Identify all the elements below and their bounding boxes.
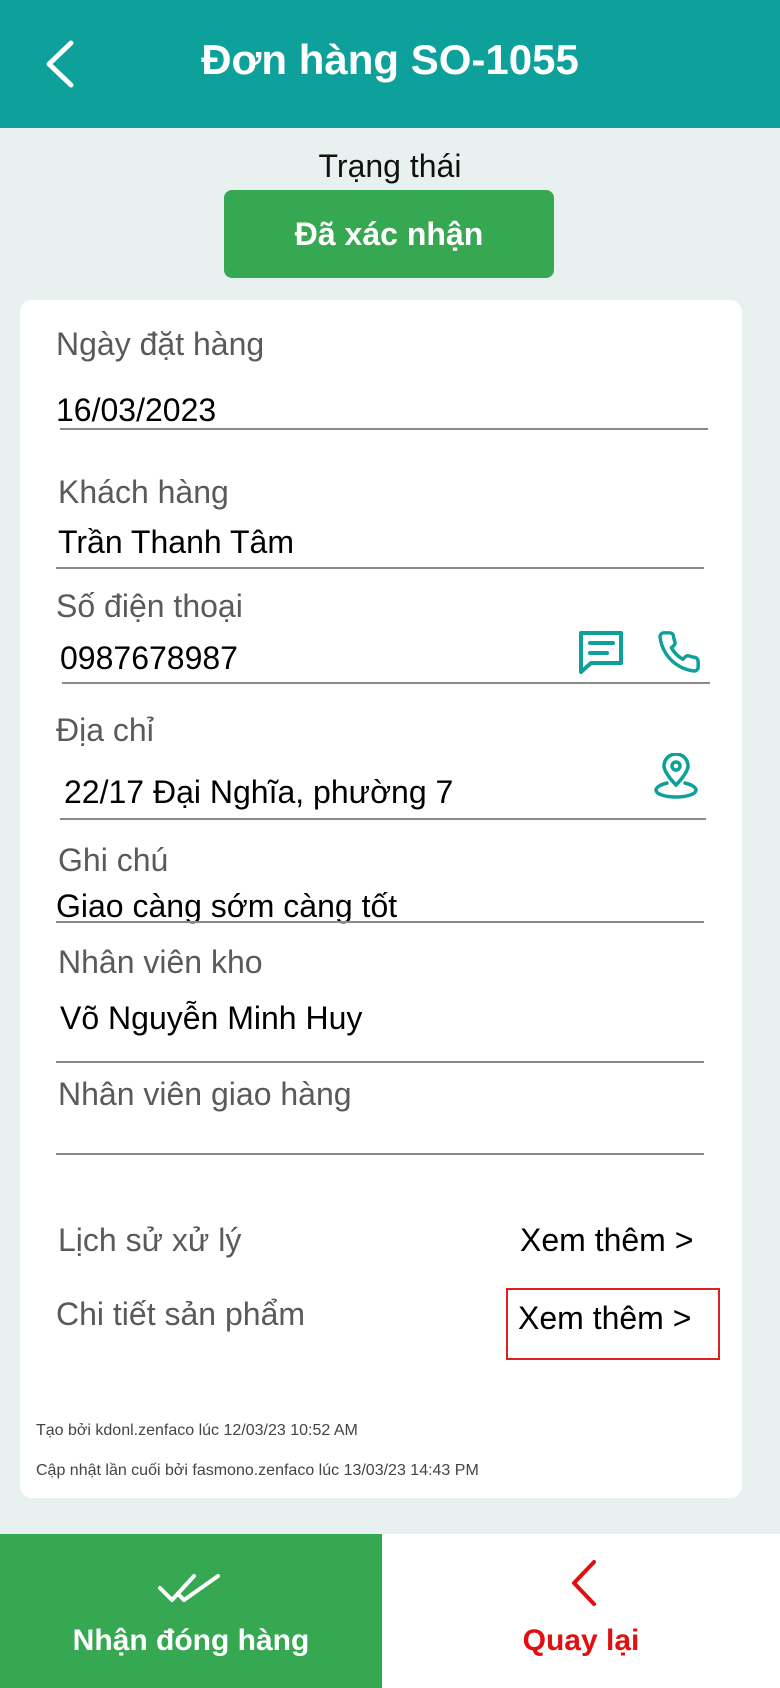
confirm-packing-button[interactable]: Nhận đóng hàng — [0, 1534, 382, 1688]
customer-underline — [56, 567, 704, 569]
status-badge: Đã xác nhận — [224, 190, 554, 278]
message-icon — [579, 631, 623, 674]
customer-label: Khách hàng — [58, 474, 229, 510]
history-see-more-link[interactable]: Xem thêm > — [520, 1222, 693, 1259]
map-pin-icon — [654, 753, 698, 799]
go-back-label: Quay lại — [522, 1624, 640, 1657]
note-underline — [56, 921, 704, 923]
delivery-staff-label: Nhân viên giao hàng — [58, 1076, 352, 1112]
chevron-left-icon — [572, 1560, 596, 1606]
go-back-button[interactable]: Quay lại — [382, 1534, 780, 1688]
products-see-more-link[interactable]: Xem thêm > — [518, 1300, 691, 1337]
address-field[interactable]: 22/17 Đại Nghĩa, phường 7 — [64, 774, 453, 811]
phone-underline — [62, 682, 710, 684]
confirm-packing-label: Nhận đóng hàng — [72, 1624, 310, 1657]
order-date-underline — [60, 428, 708, 430]
phone-field[interactable]: 0987678987 — [60, 640, 238, 677]
warehouse-staff-field[interactable]: Võ Nguyễn Minh Huy — [60, 1000, 362, 1037]
status-label: Trạng thái — [318, 148, 462, 184]
order-date-field[interactable]: 16/03/2023 — [56, 392, 216, 429]
app-header: Đơn hàng SO-1055 — [0, 0, 780, 128]
order-date-label: Ngày đặt hàng — [56, 326, 265, 362]
warehouse-staff-label: Nhân viên kho — [58, 944, 263, 980]
customer-field[interactable]: Trần Thanh Tâm — [58, 524, 294, 561]
map-button[interactable] — [650, 750, 702, 802]
delivery-staff-underline — [56, 1153, 704, 1155]
address-label: Địa chỉ — [56, 712, 154, 748]
phone-label: Số điện thoại — [56, 588, 243, 624]
updated-info: Cập nhật lần cuối bởi fasmono.zenfaco lú… — [36, 1462, 479, 1479]
history-label: Lịch sử xử lý — [58, 1222, 242, 1258]
products-label: Chi tiết sản phẩm — [56, 1296, 306, 1332]
note-label: Ghi chú — [58, 842, 169, 878]
page-title: Đơn hàng SO-1055 — [201, 36, 579, 83]
created-info: Tạo bởi kdonl.zenfaco lúc 12/03/23 10:52… — [36, 1422, 358, 1439]
note-field[interactable]: Giao càng sớm càng tốt — [56, 888, 397, 925]
double-check-icon — [158, 1574, 220, 1602]
warehouse-staff-underline — [56, 1061, 704, 1063]
message-button[interactable] — [574, 626, 628, 678]
phone-icon — [658, 631, 700, 673]
call-button[interactable] — [652, 626, 706, 678]
address-underline — [60, 818, 706, 820]
